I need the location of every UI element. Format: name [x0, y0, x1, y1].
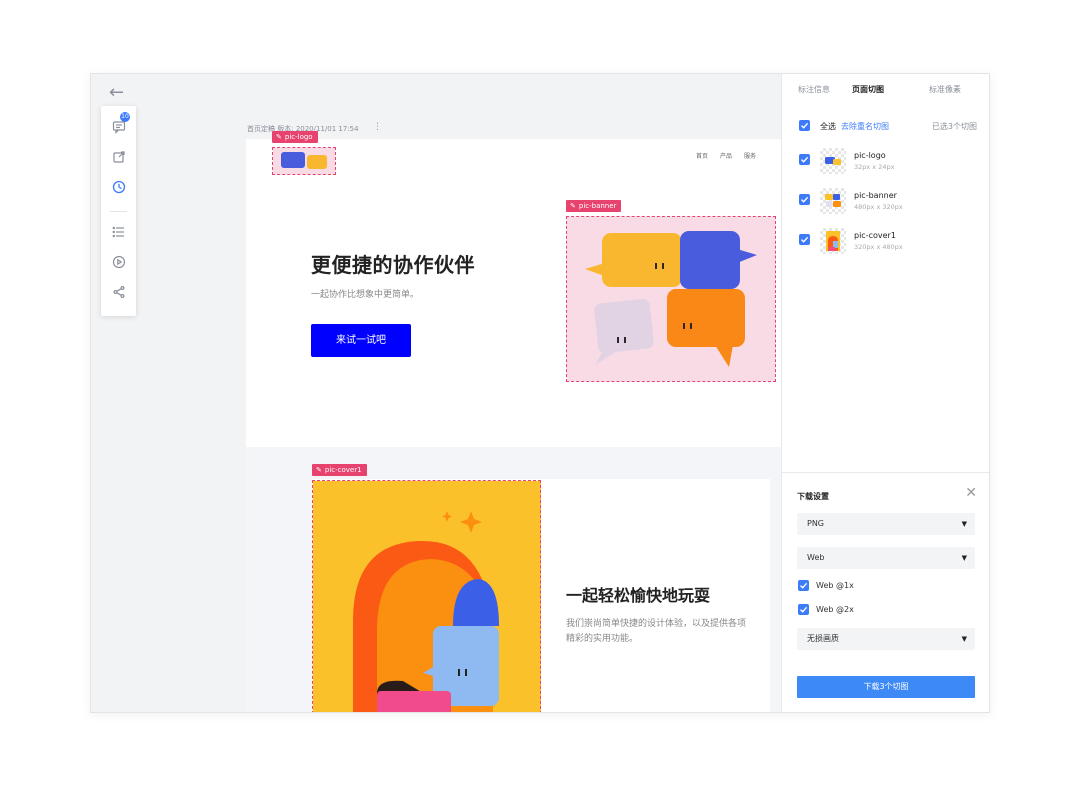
slice-thumbnail	[820, 188, 846, 214]
tab-annotation[interactable]: 标注信息	[798, 84, 830, 95]
list-icon[interactable]	[110, 223, 128, 241]
web-1x-checkbox[interactable]	[798, 580, 809, 591]
select-all-checkbox[interactable]	[799, 120, 810, 131]
close-icon[interactable]: ✕	[965, 485, 977, 501]
slice-box-logo[interactable]	[272, 147, 336, 175]
platform-select[interactable]: Web ▼	[797, 547, 975, 569]
app-window: ← 10 首页定稿 版本: 2020/11/01 17:54 ⋮ 首页 产品 服…	[90, 73, 990, 713]
slice-checkbox[interactable]	[799, 154, 810, 165]
tab-pixels[interactable]: 标准像素	[929, 84, 961, 95]
pencil-icon: ✎	[570, 202, 576, 210]
platform-value: Web	[807, 553, 825, 562]
more-dots-icon[interactable]: ⋮	[373, 122, 382, 132]
format-select[interactable]: PNG ▼	[797, 513, 975, 535]
design-canvas: 首页 产品 服务 更便捷的协作伙伴 一起协作比想象中更简单。 来试一试吧 一起轻…	[246, 131, 781, 712]
check-icon	[800, 606, 808, 613]
right-panel: 标注信息 页面切图 标准像素 全选 去除重名切图 已选3个切图 pic-logo…	[781, 74, 989, 712]
slice-tag-banner-label: pic-banner	[578, 202, 617, 210]
tab-slices[interactable]: 页面切图	[852, 84, 884, 95]
selected-count: 已选3个切图	[931, 122, 977, 131]
slice-checkbox[interactable]	[799, 194, 810, 205]
hero-subtitle: 一起协作比想象中更简单。	[311, 290, 420, 300]
slice-thumbnail	[820, 228, 846, 254]
page-prefix: 首页定稿	[247, 125, 275, 133]
feature-title: 一起轻松愉快地玩耍	[566, 586, 711, 605]
slice-name: pic-banner	[854, 191, 897, 200]
dedupe-link[interactable]: 去除重名切图	[841, 121, 889, 132]
slice-tag-logo-label: pic-logo	[284, 133, 313, 141]
hero-title: 更便捷的协作伙伴	[311, 253, 475, 277]
back-arrow-icon[interactable]: ←	[109, 82, 124, 103]
export-icon[interactable]	[110, 148, 128, 166]
download-button[interactable]: 下载3个切图	[797, 676, 975, 698]
slice-checkbox[interactable]	[799, 234, 810, 245]
pencil-icon: ✎	[276, 133, 282, 141]
check-icon	[801, 196, 809, 203]
check-icon	[801, 122, 809, 129]
slice-tag-banner[interactable]: ✎ pic-banner	[566, 200, 622, 212]
slice-tag-logo[interactable]: ✎ pic-logo	[272, 131, 318, 143]
play-icon[interactable]	[110, 253, 128, 271]
quality-value: 无损画质	[807, 634, 839, 643]
left-toolbar: 10	[101, 106, 136, 316]
slice-name: pic-logo	[854, 151, 886, 160]
check-icon	[801, 156, 809, 163]
caret-down-icon: ▼	[961, 520, 967, 528]
slice-name: pic-cover1	[854, 231, 896, 240]
slice-size: 32px x 24px	[854, 163, 895, 171]
caret-down-icon: ▼	[961, 635, 967, 643]
slice-list-item[interactable]: pic-cover1 320px x 480px	[798, 228, 978, 258]
slice-thumbnail	[820, 148, 846, 174]
feature-description: 我们崇尚简单快捷的设计体验，以及提供各项精彩的实用功能。	[566, 619, 747, 644]
history-icon[interactable]	[110, 178, 128, 196]
quality-select[interactable]: 无损画质 ▼	[797, 628, 975, 650]
nav-item-service: 服务	[744, 153, 757, 160]
panel-tabs: 标注信息 页面切图 标准像素	[782, 84, 989, 98]
web-2x-checkbox[interactable]	[798, 604, 809, 615]
slice-list-item[interactable]: pic-banner 480px x 320px	[798, 188, 978, 218]
slice-tag-cover[interactable]: ✎ pic-cover1	[312, 464, 367, 476]
slice-box-banner[interactable]	[566, 216, 776, 382]
check-icon	[801, 236, 809, 243]
format-value: PNG	[807, 519, 825, 528]
pencil-icon: ✎	[316, 466, 322, 474]
nav-item-product: 产品	[720, 153, 733, 160]
caret-down-icon: ▼	[961, 554, 967, 562]
download-settings: 下载设置 ✕ PNG ▼ Web ▼ Web @1x Web @2x 无损画质 …	[782, 472, 989, 712]
comments-icon[interactable]: 10	[110, 112, 130, 136]
toolbar-divider	[110, 211, 127, 212]
nav-item-home: 首页	[696, 153, 709, 160]
slice-tag-cover-label: pic-cover1	[324, 466, 362, 474]
slice-size: 320px x 480px	[854, 243, 903, 251]
comments-badge: 10	[120, 112, 130, 122]
download-settings-title: 下载设置	[797, 492, 829, 501]
slice-box-cover[interactable]	[312, 480, 541, 712]
web-2x-label: Web @2x	[816, 605, 854, 614]
slice-list-item[interactable]: pic-logo 32px x 24px	[798, 148, 978, 178]
check-icon	[800, 582, 808, 589]
select-all-label: 全选	[820, 122, 836, 131]
slice-size: 480px x 320px	[854, 203, 903, 211]
share-icon[interactable]	[110, 283, 128, 301]
hero-button[interactable]: 来试一试吧	[311, 324, 411, 357]
web-1x-label: Web @1x	[816, 581, 854, 590]
